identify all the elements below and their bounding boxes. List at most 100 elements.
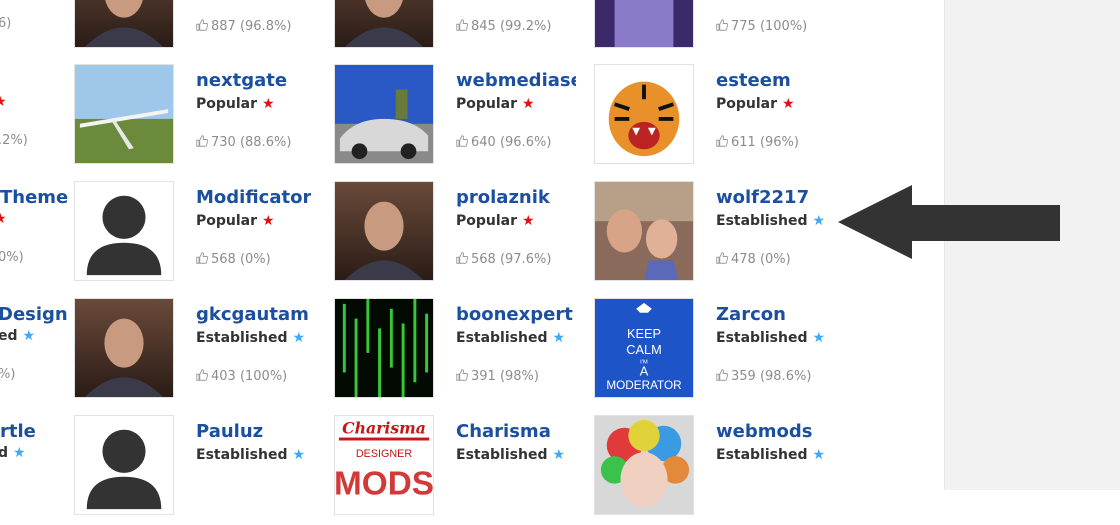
star-icon: ★ xyxy=(812,447,826,463)
username-link[interactable]: prolaznik xyxy=(456,187,550,209)
star-icon: ★ xyxy=(552,447,566,463)
likes-count: 730 (88.6%) xyxy=(196,134,291,152)
clipped-username[interactable]: Design xyxy=(0,304,68,326)
username-link[interactable]: Charisma xyxy=(456,421,551,443)
username-link[interactable]: Zarcon xyxy=(716,304,786,326)
star-icon: ★ xyxy=(0,94,7,110)
svg-text:Charisma: Charisma xyxy=(342,419,426,438)
clipped-username[interactable]: rtle xyxy=(0,421,36,443)
clipped-likes: .2%) xyxy=(0,133,28,148)
thumbs-up-icon xyxy=(196,19,208,31)
thumbs-up-icon xyxy=(716,252,728,264)
member-card: boonexpert Established ★ 391 (98%) xyxy=(334,298,594,408)
likes-count: 845 (99.2%) xyxy=(456,18,551,36)
username-link[interactable]: wolf2217 xyxy=(716,187,809,209)
rank-label: Established ★ xyxy=(716,213,826,229)
star-icon: ★ xyxy=(262,96,275,112)
thumbs-up-icon xyxy=(196,135,208,147)
svg-text:CALM: CALM xyxy=(626,342,661,357)
star-icon: ★ xyxy=(22,328,36,344)
charisma-logo-icon[interactable]: Charisma DESIGNER MODS xyxy=(334,415,434,515)
thumbs-up-icon xyxy=(456,19,468,31)
username-link[interactable]: nextgate xyxy=(196,70,287,92)
thumbs-up-icon xyxy=(456,369,468,381)
tiger-photo-icon[interactable] xyxy=(594,64,694,164)
username-link[interactable]: boonexpert xyxy=(456,304,573,326)
avatar-photo-icon[interactable] xyxy=(74,298,174,398)
star-icon: ★ xyxy=(522,213,535,229)
thumbs-up-icon xyxy=(196,369,208,381)
member-card: webmods Established ★ xyxy=(594,415,854,525)
rank-label: Popular ★ xyxy=(196,96,275,112)
rank-label: Popular ★ xyxy=(456,96,535,112)
member-card: webmediaservices Popular★ 640 (96.6%) xyxy=(334,64,594,174)
clipped-rank: d ★ xyxy=(0,445,26,461)
username-link[interactable]: webmediaservices xyxy=(456,70,576,92)
member-card: 775 (100%) xyxy=(594,0,854,58)
thumbs-up-icon xyxy=(456,135,468,147)
star-icon: ★ xyxy=(812,330,826,346)
thumbs-up-icon xyxy=(456,252,468,264)
clown-photo-icon[interactable] xyxy=(594,415,694,515)
svg-text:MODERATOR: MODERATOR xyxy=(606,379,681,392)
svg-text:A: A xyxy=(640,363,649,378)
avatar-photo-icon[interactable] xyxy=(74,0,174,48)
member-card: Modificator Popular ★ 568 (0%) xyxy=(74,181,334,291)
clipped-rank: ed ★ xyxy=(0,328,36,344)
likes-count: 568 (0%) xyxy=(196,251,271,269)
rank-label: Established ★ xyxy=(716,447,826,463)
avatar-photo-icon[interactable] xyxy=(334,181,434,281)
username-link[interactable]: Modificator xyxy=(196,187,311,209)
star-icon: ★ xyxy=(522,96,535,112)
clipped-likes: 6) xyxy=(0,16,12,31)
likes-count: 359 (98.6%) xyxy=(716,368,811,386)
default-avatar-icon[interactable] xyxy=(74,415,174,515)
thumbs-up-icon xyxy=(196,252,208,264)
member-card: Pauluz Established ★ xyxy=(74,415,334,525)
thumbs-up-icon xyxy=(716,369,728,381)
glider-photo-icon[interactable] xyxy=(74,64,174,164)
username-link[interactable]: esteem xyxy=(716,70,791,92)
star-icon: ★ xyxy=(262,213,275,229)
default-avatar-icon[interactable] xyxy=(74,181,174,281)
star-icon: ★ xyxy=(812,213,826,229)
likes-count: 391 (98%) xyxy=(456,368,539,386)
svg-text:MODS: MODS xyxy=(335,465,433,502)
member-card: KEEP CALM I'M A MODERATOR Zarcon Established ★ 3… xyxy=(594,298,854,408)
member-card: prolaznik Popular ★ 568 (97.6%) xyxy=(334,181,594,291)
star-icon: ★ xyxy=(782,96,795,112)
castle-photo-icon[interactable] xyxy=(594,0,694,48)
username-link[interactable]: webmods xyxy=(716,421,812,443)
member-card: 845 (99.2%) xyxy=(334,0,594,58)
username-link[interactable]: gkcgautam xyxy=(196,304,309,326)
rank-label: Established ★ xyxy=(716,330,826,346)
pointer-arrow-icon xyxy=(838,185,1060,259)
avatar-photo-icon[interactable] xyxy=(334,0,434,48)
star-icon: ★ xyxy=(0,211,7,227)
svg-text:DESIGNER: DESIGNER xyxy=(356,448,412,460)
likes-count: 775 (100%) xyxy=(716,18,807,36)
rank-label: Established ★ xyxy=(196,330,306,346)
member-card: wolf2217 Established ★ 478 (0%) xyxy=(594,181,854,291)
member-card: Charisma DESIGNER MODS Charisma Established ★ xyxy=(334,415,594,525)
clipped-likes: %) xyxy=(0,367,16,382)
likes-count: 611 (96%) xyxy=(716,134,799,152)
keep-calm-icon[interactable]: KEEP CALM I'M A MODERATOR xyxy=(594,298,694,398)
rank-label: Popular ★ xyxy=(456,213,535,229)
rank-label: Established ★ xyxy=(196,447,306,463)
clipped-username[interactable]: Theme xyxy=(0,187,68,209)
car-photo-icon[interactable] xyxy=(334,64,434,164)
keep-calm-line1: KEEP xyxy=(627,326,661,341)
selfie-photo-icon[interactable] xyxy=(594,181,694,281)
star-icon: ★ xyxy=(292,330,306,346)
member-card: esteem Popular ★ 611 (96%) xyxy=(594,64,854,174)
member-card: nextgate Popular ★ 730 (88.6%) xyxy=(74,64,334,174)
thumbs-up-icon xyxy=(716,135,728,147)
member-card: 887 (96.8%) xyxy=(74,0,334,58)
likes-count: 478 (0%) xyxy=(716,251,791,269)
star-icon: ★ xyxy=(552,330,566,346)
username-link[interactable]: Pauluz xyxy=(196,421,263,443)
likes-count: 403 (100%) xyxy=(196,368,287,386)
matrix-photo-icon[interactable] xyxy=(334,298,434,398)
rank-label: Popular ★ xyxy=(196,213,275,229)
